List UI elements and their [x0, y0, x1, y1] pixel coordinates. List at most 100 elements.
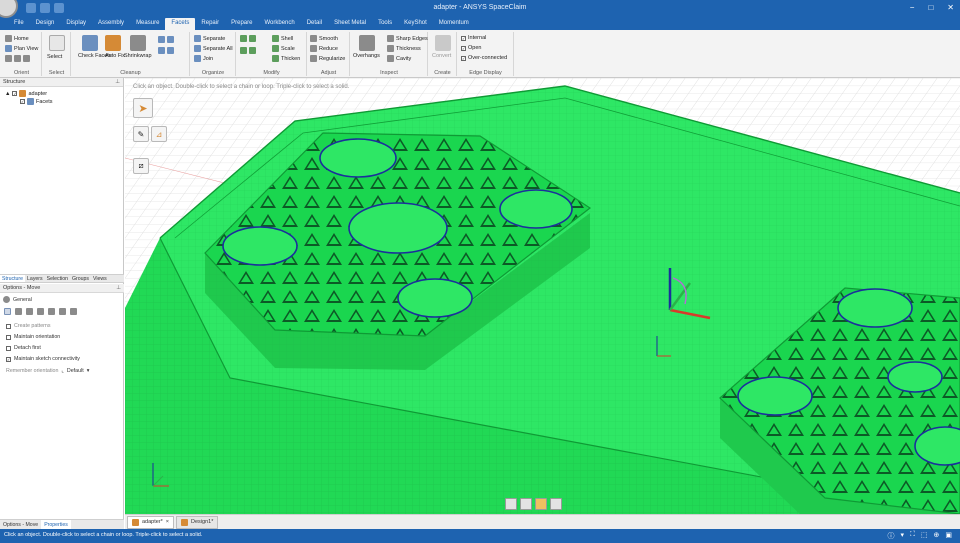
shell-button[interactable]: Shell: [272, 35, 293, 42]
sharp-edges-button[interactable]: Sharp Edges: [387, 35, 428, 42]
over-connected-checkbox[interactable]: ✓ Over-connected: [461, 55, 507, 61]
scale-button[interactable]: Scale: [272, 45, 295, 52]
section-mode-icon[interactable]: [520, 498, 532, 510]
shrinkwrap-button[interactable]: Shrinkwrap: [124, 53, 152, 59]
tab-display[interactable]: Display: [60, 18, 92, 30]
tab-workbench[interactable]: Workbench: [258, 18, 300, 30]
thickness-button[interactable]: Thickness: [387, 45, 421, 52]
option-row[interactable]: Create patterns: [6, 323, 51, 329]
3d-viewport[interactable]: Click an object. Double-click to select …: [125, 78, 960, 514]
doc-tab-design1[interactable]: Design1*: [176, 515, 219, 529]
chevron-down-icon[interactable]: ▾: [87, 368, 90, 374]
check-facets-icon[interactable]: [82, 35, 98, 51]
cleanup-extra-2[interactable]: [158, 47, 174, 54]
tab-prepare[interactable]: Prepare: [225, 18, 258, 30]
axis-icon[interactable]: [37, 308, 44, 315]
pin-icon[interactable]: ⊥: [115, 79, 120, 85]
section-tool-button[interactable]: ⧄: [133, 158, 149, 174]
pull-icon[interactable]: [48, 308, 55, 315]
modify-icons-2[interactable]: [240, 47, 256, 54]
close-button[interactable]: ✕: [947, 3, 954, 12]
panel-tab-views[interactable]: Views: [91, 275, 109, 282]
general-section[interactable]: General: [3, 296, 32, 303]
info-icon[interactable]: ⓘ: [887, 531, 894, 541]
expand-icon[interactable]: ▲: [5, 91, 10, 97]
convert-icon[interactable]: [435, 35, 451, 51]
selection-filter-icon[interactable]: ⛶: [910, 531, 915, 541]
visibility-checkbox[interactable]: ✓: [12, 91, 18, 96]
up-to-icon[interactable]: [59, 308, 66, 315]
tab-design[interactable]: Design: [30, 18, 61, 30]
shrinkwrap-icon[interactable]: [130, 35, 146, 51]
cleanup-extra-1[interactable]: [158, 36, 174, 43]
tab-facets[interactable]: Facets: [165, 18, 196, 30]
visibility-checkbox[interactable]: ✓: [20, 99, 25, 104]
pin-icon[interactable]: ⊥: [116, 285, 121, 291]
left-panel: Structure ⊥ ▲ ✓ adapter ✓ Facets Structu…: [0, 78, 124, 529]
close-icon[interactable]: ×: [166, 519, 169, 525]
select-button[interactable]: Select: [47, 54, 62, 60]
reduce-button[interactable]: Reduce: [310, 45, 338, 52]
regularize-button[interactable]: Regularize: [310, 55, 345, 62]
panel-tab-selection[interactable]: Selection: [45, 275, 70, 282]
home-button[interactable]: Home: [5, 35, 29, 42]
chevron-down-icon[interactable]: ▾: [900, 531, 904, 541]
tab-repair[interactable]: Repair: [195, 18, 225, 30]
tab-measure[interactable]: Measure: [130, 18, 165, 30]
sketch-tool-button[interactable]: ✎: [133, 126, 149, 142]
tab-sheet-metal[interactable]: Sheet Metal: [328, 18, 372, 30]
thickness-icon: [387, 45, 394, 52]
plane-tool-button[interactable]: ⊿: [151, 126, 167, 142]
separate-button[interactable]: Separate: [194, 35, 225, 42]
view-tools-row[interactable]: [5, 55, 30, 62]
remember-orientation-select[interactable]: Default: [67, 368, 84, 374]
tab-options-move[interactable]: Options - Move: [0, 520, 41, 529]
thicken-button[interactable]: Thicken: [272, 55, 300, 62]
option-row[interactable]: Detach first: [6, 345, 41, 351]
option-row[interactable]: ✓ Maintain sketch connectivity: [6, 356, 80, 362]
tree-child[interactable]: ✓ Facets: [20, 98, 53, 105]
convert-button[interactable]: Convert: [432, 53, 451, 59]
3d-mode-icon[interactable]: [535, 498, 547, 510]
anchor-icon[interactable]: [26, 308, 33, 315]
cavity-button[interactable]: Cavity: [387, 55, 411, 62]
tab-properties[interactable]: Properties: [41, 520, 71, 529]
separate-all-button[interactable]: Separate All: [194, 45, 233, 52]
tab-file[interactable]: File: [8, 18, 30, 30]
box-select-icon[interactable]: ⬚: [921, 531, 928, 541]
auto-fix-icon[interactable]: [105, 35, 121, 51]
tab-tools[interactable]: Tools: [372, 18, 398, 30]
minimize-button[interactable]: −: [910, 3, 915, 12]
overhangs-icon[interactable]: [359, 35, 375, 51]
open-checkbox[interactable]: ✓ Open: [461, 45, 481, 51]
maximize-button[interactable]: □: [928, 3, 933, 12]
auto-fix-button[interactable]: Auto Fix: [105, 53, 125, 59]
tab-keyshot[interactable]: KeyShot: [398, 18, 433, 30]
checkbox-checked-icon: ✓: [461, 35, 466, 41]
select-tool-button[interactable]: ➤: [133, 98, 153, 118]
move-handle-icon[interactable]: [4, 308, 11, 315]
panel-tab-structure[interactable]: Structure: [0, 275, 26, 282]
window-layout-icon[interactable]: ▣: [945, 531, 952, 541]
sketch-mode-icon[interactable]: [505, 498, 517, 510]
tab-detail[interactable]: Detail: [301, 18, 328, 30]
remember-orientation-row[interactable]: Remember orientation ⌞ Default ▾: [6, 368, 89, 374]
smooth-button[interactable]: Smooth: [310, 35, 338, 42]
doc-tab-adapter[interactable]: adapter* ×: [127, 515, 175, 529]
join-button[interactable]: Join: [194, 55, 213, 62]
print-mode-icon[interactable]: [550, 498, 562, 510]
option-row[interactable]: Maintain orientation: [6, 334, 60, 340]
tab-momentum[interactable]: Momentum: [433, 18, 475, 30]
zoom-icon[interactable]: ⊕: [934, 531, 940, 541]
tab-assembly[interactable]: Assembly: [92, 18, 130, 30]
ruler-icon[interactable]: [15, 308, 22, 315]
internal-checkbox[interactable]: ✓ Internal: [461, 35, 486, 41]
modify-icons-1[interactable]: [240, 35, 256, 42]
tree-root[interactable]: ▲ ✓ adapter: [5, 90, 47, 97]
overhangs-button[interactable]: Overhangs: [353, 53, 380, 59]
ruler-dim-icon[interactable]: [70, 308, 77, 315]
panel-tab-layers[interactable]: Layers: [25, 275, 45, 282]
select-arrow-icon[interactable]: [49, 35, 65, 51]
plan-view-button[interactable]: Plan View: [5, 45, 38, 52]
panel-tab-groups[interactable]: Groups: [70, 275, 91, 282]
